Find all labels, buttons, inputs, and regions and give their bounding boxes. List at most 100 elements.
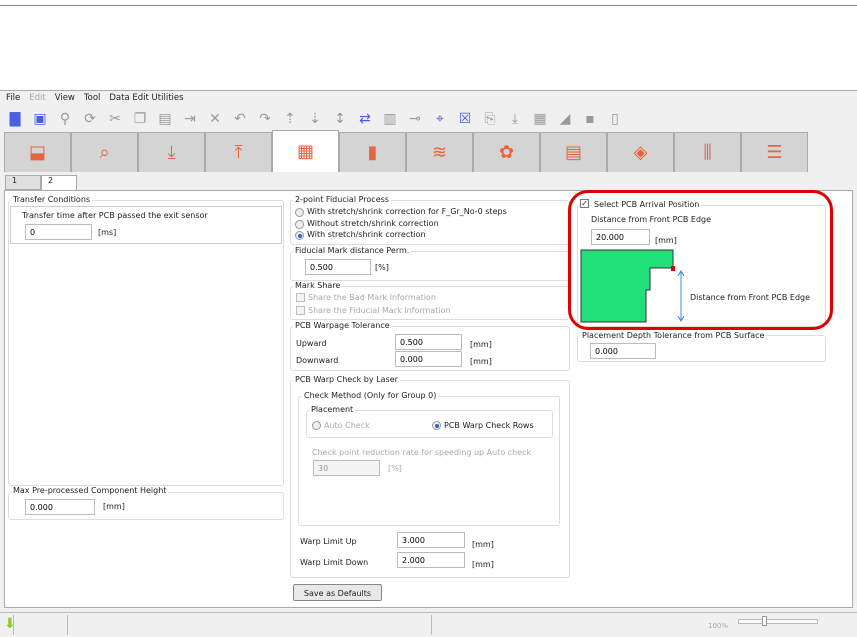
warp-check-rows-radio[interactable] (432, 421, 441, 430)
pickup-icon[interactable]: ⤓ (506, 110, 524, 128)
nozzle-tab[interactable]: ⫼ (674, 132, 741, 172)
fid-dist-title: Fiducial Mark distance Perm. (293, 246, 412, 255)
status-bar: ⬇ 100% (0, 612, 857, 637)
menu-file[interactable]: File (6, 93, 20, 103)
downward-label: Downward (296, 356, 339, 365)
downward-input[interactable] (395, 351, 462, 367)
move-down-icon[interactable]: ⇣ (306, 110, 324, 128)
close-x-icon[interactable]: ☒ (456, 110, 474, 128)
max-height-input[interactable] (25, 499, 95, 515)
layer-tab[interactable]: ◈ (607, 132, 674, 172)
zoom-slider-thumb[interactable] (762, 616, 767, 626)
upward-input[interactable] (395, 334, 462, 350)
redo-icon[interactable]: ↷ (256, 110, 274, 128)
upward-unit: [mm] (470, 340, 492, 349)
pickup-tab[interactable]: ⤓ (138, 132, 205, 172)
fiducial-icon[interactable]: ⌖ (431, 110, 449, 128)
cut-icon[interactable]: ✂ (106, 110, 124, 128)
fid-dist-unit: [%] (375, 263, 389, 272)
share-fid-mark-checkbox[interactable] (296, 306, 305, 315)
document-icon: ▤ (564, 142, 582, 163)
auto-check-radio[interactable] (312, 421, 321, 430)
fid-dist-input[interactable] (305, 259, 371, 275)
share-bad-mark-checkbox[interactable] (296, 293, 305, 302)
refresh-icon[interactable]: ⟳ (81, 110, 99, 128)
place-tab[interactable]: ⤒ (205, 132, 272, 172)
component-tab[interactable]: ▮ (339, 132, 406, 172)
reel-icon: ✿ (498, 142, 515, 163)
reel-tab[interactable]: ✿ (473, 132, 540, 172)
document-tab[interactable]: ▤ (540, 132, 607, 172)
pcb-size-tab[interactable]: ▦ (272, 130, 339, 172)
component-icon: ▮ (367, 142, 378, 163)
transfer-time-input[interactable] (25, 224, 92, 240)
placement-head-tab[interactable]: ⬓ (4, 132, 71, 172)
search-icon[interactable]: ⚲ (56, 110, 74, 128)
feeder-tab[interactable]: ≋ (406, 132, 473, 172)
max-height-unit: [mm] (103, 502, 125, 511)
menu-bar: File Edit View Tool Data Edit Utilities (6, 93, 184, 103)
fiducial-opt3-radio[interactable] (295, 231, 304, 240)
highlight-frame (568, 190, 833, 330)
subtab-2[interactable]: 2 (41, 175, 77, 191)
feeder-icon[interactable]: ▦ (531, 110, 549, 128)
swap-icon[interactable]: ⇄ (356, 110, 374, 128)
copy-icon[interactable]: ❐ (131, 110, 149, 128)
mark-share-title: Mark Share (293, 281, 343, 290)
toolbar: ▇ ▣ ⚲ ⟳ ✂ ❐ ▤ ⇥ ✕ ↶ ↷ ⇡ ⇣ ↕ ⇄ ▥ ⊸ ⌖ ☒ ⎘ ⤓ ▦ ◢ ▪ ▯ (6, 110, 624, 128)
transfer-label: Transfer time after PCB passed the exit … (22, 211, 208, 220)
layer-icon: ◈ (633, 142, 648, 163)
zoom-level: 100% (708, 622, 729, 630)
warp-limit-down-input[interactable] (397, 552, 465, 568)
pcb-inspect-tab[interactable]: ⌕ (71, 132, 138, 172)
auto-check-label: Auto Check (324, 421, 370, 430)
component-icon[interactable]: ▥ (381, 110, 399, 128)
pickup-icon: ⤓ (167, 142, 176, 163)
fiducial-opt2-radio[interactable] (295, 220, 304, 229)
reduction-unit: [%] (388, 464, 402, 473)
import-icon[interactable]: ⎘ (481, 110, 499, 128)
max-height-title: Max Pre-processed Component Height (11, 486, 169, 495)
nozzle-icon[interactable]: ⊸ (406, 110, 424, 128)
menu-data-edit[interactable]: Data Edit Utilities (109, 93, 183, 103)
new-icon[interactable]: ▇ (6, 110, 24, 128)
menu-view[interactable]: View (55, 93, 75, 103)
transfer-title: Transfer Conditions (11, 195, 93, 204)
fiducial-opt3-label: With stretch/shrink correction (307, 230, 426, 239)
menu-tool[interactable]: Tool (84, 93, 101, 103)
pcb-inspect-icon: ⌕ (99, 142, 110, 163)
fiducial-title: 2-point Fiducial Process (293, 195, 391, 204)
place-icon: ⤒ (234, 142, 243, 163)
status-divider (431, 615, 432, 635)
save-defaults-button[interactable]: Save as Defaults (293, 584, 382, 601)
undo-icon[interactable]: ↶ (231, 110, 249, 128)
nozzle-icon: ⫼ (703, 142, 712, 163)
zoom-slider[interactable] (738, 619, 818, 624)
delete-icon[interactable]: ✕ (206, 110, 224, 128)
reduction-label: Check point reduction rate for speeding … (312, 448, 532, 457)
warp-limit-up-input[interactable] (397, 532, 465, 548)
spacing-icon[interactable]: ↕ (331, 110, 349, 128)
downward-unit: [mm] (470, 357, 492, 366)
fiducial-opt1-label: With stretch/shrink correction for F_Gr_… (307, 207, 507, 216)
group-icon[interactable]: ▪ (581, 110, 599, 128)
menu-edit[interactable]: Edit (29, 93, 45, 103)
fiducial-opt1-radio[interactable] (295, 208, 304, 217)
status-divider (13, 615, 14, 635)
reduction-input[interactable] (313, 460, 380, 476)
move-up-icon[interactable]: ⇡ (281, 110, 299, 128)
placement-title: Placement (309, 405, 356, 414)
subtab-1[interactable]: 1 (5, 175, 41, 190)
list-tab[interactable]: ☰ (741, 132, 808, 172)
save-icon[interactable]: ▣ (31, 110, 49, 128)
top-rule (0, 5, 857, 6)
warp-limit-down-label: Warp Limit Down (300, 558, 369, 567)
warp-check-rows-label: PCB Warp Check Rows (444, 421, 534, 430)
list-icon: ☰ (766, 142, 783, 163)
ramp-icon[interactable]: ◢ (556, 110, 574, 128)
split-icon[interactable]: ▯ (606, 110, 624, 128)
insert-after-icon[interactable]: ⇥ (181, 110, 199, 128)
depth-input[interactable] (590, 343, 656, 359)
download-arrow-icon: ⬇ (4, 616, 16, 632)
paste-icon[interactable]: ▤ (156, 110, 174, 128)
